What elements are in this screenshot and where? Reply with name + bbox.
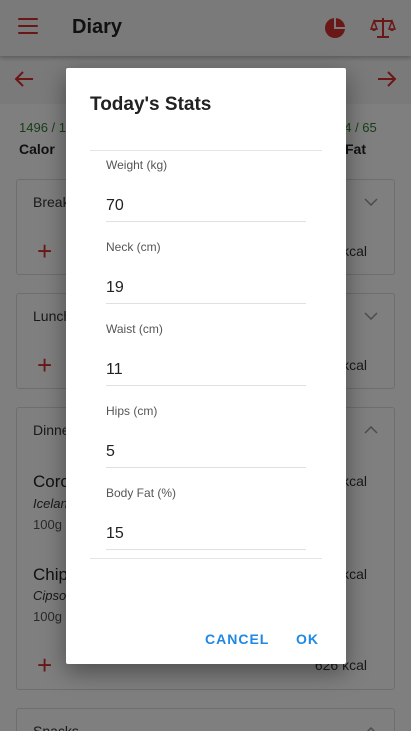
- cancel-button[interactable]: CANCEL: [205, 631, 269, 647]
- divider: [90, 558, 322, 559]
- ok-button[interactable]: OK: [296, 631, 319, 647]
- neck-field[interactable]: [106, 272, 306, 304]
- hips-field[interactable]: [106, 436, 306, 468]
- waist-label: Waist (cm): [106, 322, 163, 336]
- divider: [90, 150, 322, 151]
- body-fat-label: Body Fat (%): [106, 486, 177, 500]
- weight-field[interactable]: [106, 190, 306, 222]
- neck-label: Neck (cm): [106, 240, 161, 254]
- waist-field[interactable]: [106, 354, 306, 386]
- dialog-title: Today's Stats: [90, 94, 212, 115]
- hips-label: Hips (cm): [106, 404, 158, 418]
- todays-stats-dialog: Today's Stats Weight (kg) Neck (cm) Wais…: [66, 68, 346, 664]
- body-fat-field[interactable]: [106, 518, 306, 550]
- weight-label: Weight (kg): [106, 158, 168, 172]
